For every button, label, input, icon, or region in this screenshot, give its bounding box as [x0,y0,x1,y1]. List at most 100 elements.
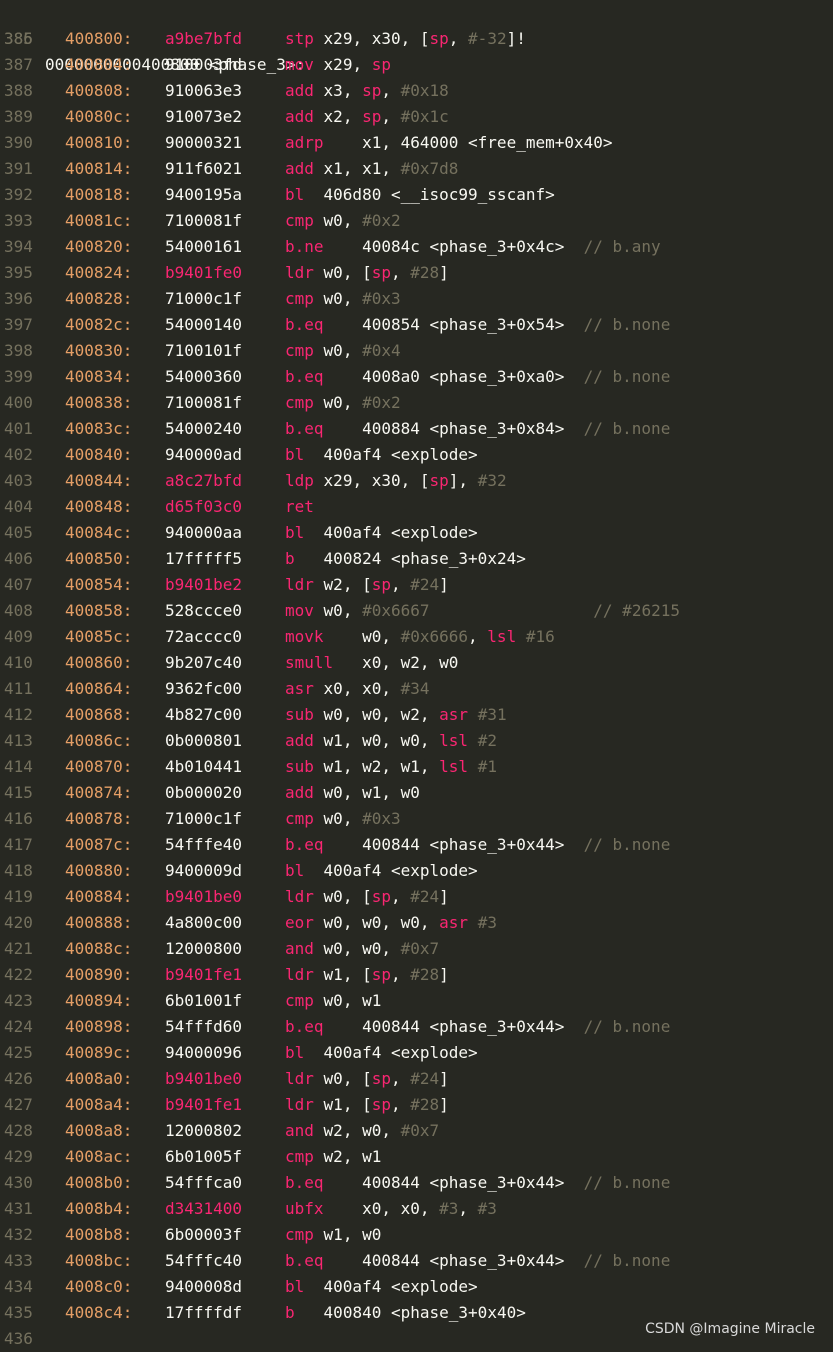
instruction-address: 400880: [65,861,133,880]
line-number: 387 [4,55,33,74]
line-number: 414 [4,757,33,776]
line-number: 391 [4,159,33,178]
instruction-address: 400828: [65,289,133,308]
opcode-hex: 6b01005f [165,1147,243,1166]
instruction-address: 40088c: [65,939,133,958]
code-editor[interactable]: 385 0000000000400800 <phase_3>: 386 40080… [0,0,833,1348]
opcode-hex: b9401be0 [165,887,243,906]
instruction-text: ret [285,497,314,516]
opcode-hex: 54000360 [165,367,243,386]
opcode-hex: d65f03c0 [165,497,243,516]
opcode-hex: 4b010441 [165,757,243,776]
line-number: 420 [4,913,33,932]
line-number: 390 [4,133,33,152]
instruction-address: 40085c: [65,627,133,646]
instruction-text: b 400840 <phase_3+0x40> [285,1303,526,1322]
opcode-hex: 12000800 [165,939,243,958]
instruction-address: 400838: [65,393,133,412]
line-number: 413 [4,731,33,750]
line-number: 433 [4,1251,33,1270]
line-number: 399 [4,367,33,386]
opcode-hex: b9401fe1 [165,965,243,984]
instruction-address: 40086c: [65,731,133,750]
instruction-text: sub w0, w0, w2, asr #31 [285,705,507,724]
instruction-address: 400870: [65,757,133,776]
opcode-hex: 54000140 [165,315,243,334]
instruction-text: ldr w1, [sp, #28] [285,1095,449,1114]
instruction-text: b.ne 40084c <phase_3+0x4c> // b.any [285,237,661,256]
instruction-address: 400898: [65,1017,133,1036]
opcode-hex: 9400009d [165,861,243,880]
instruction-text: cmp w0, #0x2 [285,393,401,412]
opcode-hex: 528ccce0 [165,601,243,620]
opcode-hex: 54fffe40 [165,835,243,854]
opcode-hex: 4b827c00 [165,705,243,724]
instruction-address: 400890: [65,965,133,984]
opcode-hex: 71000c1f [165,289,243,308]
instruction-text: cmp w0, #0x3 [285,289,401,308]
opcode-hex: 940000ad [165,445,243,464]
line-number: 392 [4,185,33,204]
instruction-text: smull x0, w2, w0 [285,653,459,672]
instruction-text: cmp w0, #0x2 [285,211,401,230]
instruction-text: sub w1, w2, w1, lsl #1 [285,757,497,776]
instruction-address: 400814: [65,159,133,178]
opcode-hex: 17fffff5 [165,549,243,568]
line-number: 432 [4,1225,33,1244]
line-number: 423 [4,991,33,1010]
code-line-header: 385 0000000000400800 <phase_3>: [0,0,305,74]
instruction-text: ldr w0, [sp, #24] [285,887,449,906]
opcode-hex: 9b207c40 [165,653,243,672]
instruction-address: 4008b8: [65,1225,133,1244]
instruction-text: b.eq 400844 <phase_3+0x44> // b.none [285,1251,671,1270]
instruction-text: b 400824 <phase_3+0x24> [285,549,526,568]
instruction-text: add w0, w1, w0 [285,783,420,802]
line-number: 407 [4,575,33,594]
opcode-hex: 7100101f [165,341,243,360]
instruction-text: cmp w0, #0x3 [285,809,401,828]
instruction-text: b.eq 400884 <phase_3+0x84> // b.none [285,419,671,438]
line-number: 416 [4,809,33,828]
instruction-text: cmp w2, w1 [285,1147,382,1166]
line-number: 406 [4,549,33,568]
instruction-text: and w2, w0, #0x7 [285,1121,440,1140]
instruction-address: 400840: [65,445,133,464]
line-number: 412 [4,705,33,724]
instruction-address: 40089c: [65,1043,133,1062]
opcode-hex: 6b01001f [165,991,243,1010]
instruction-text: eor w0, w0, w0, asr #3 [285,913,497,932]
instruction-address: 400884: [65,887,133,906]
instruction-text: stp x29, x30, [sp, #-32]! [285,29,526,48]
line-number: 429 [4,1147,33,1166]
opcode-hex: 54000240 [165,419,243,438]
line-number: 435 [4,1303,33,1322]
instruction-address: 4008a0: [65,1069,133,1088]
line-number: 411 [4,679,33,698]
opcode-hex: 910003fd [165,55,243,74]
instruction-address: 400830: [65,341,133,360]
opcode-hex: 90000321 [165,133,243,152]
instruction-text: ldr w0, [sp, #24] [285,1069,449,1088]
line-number: 422 [4,965,33,984]
line-number: 404 [4,497,33,516]
instruction-address: 400808: [65,81,133,100]
instruction-address: 400848: [65,497,133,516]
instruction-address: 400804: [65,55,133,74]
opcode-hex: 7100081f [165,393,243,412]
instruction-address: 400888: [65,913,133,932]
line-number: 400 [4,393,33,412]
opcode-hex: b9401fe0 [165,263,243,282]
watermark: CSDN @Imagine Miracle [645,1321,815,1337]
instruction-address: 4008c0: [65,1277,133,1296]
instruction-address: 4008ac: [65,1147,133,1166]
instruction-text: mov w0, #0x6667 // #26215 [285,601,680,620]
instruction-text: bl 400af4 <explode> [285,523,478,542]
opcode-hex: d3431400 [165,1199,243,1218]
opcode-hex: a8c27bfd [165,471,243,490]
instruction-address: 40081c: [65,211,133,230]
line-number: 424 [4,1017,33,1036]
instruction-address: 400834: [65,367,133,386]
line-number: 401 [4,419,33,438]
opcode-hex: b9401fe1 [165,1095,243,1114]
instruction-text: b.eq 4008a0 <phase_3+0xa0> // b.none [285,367,671,386]
